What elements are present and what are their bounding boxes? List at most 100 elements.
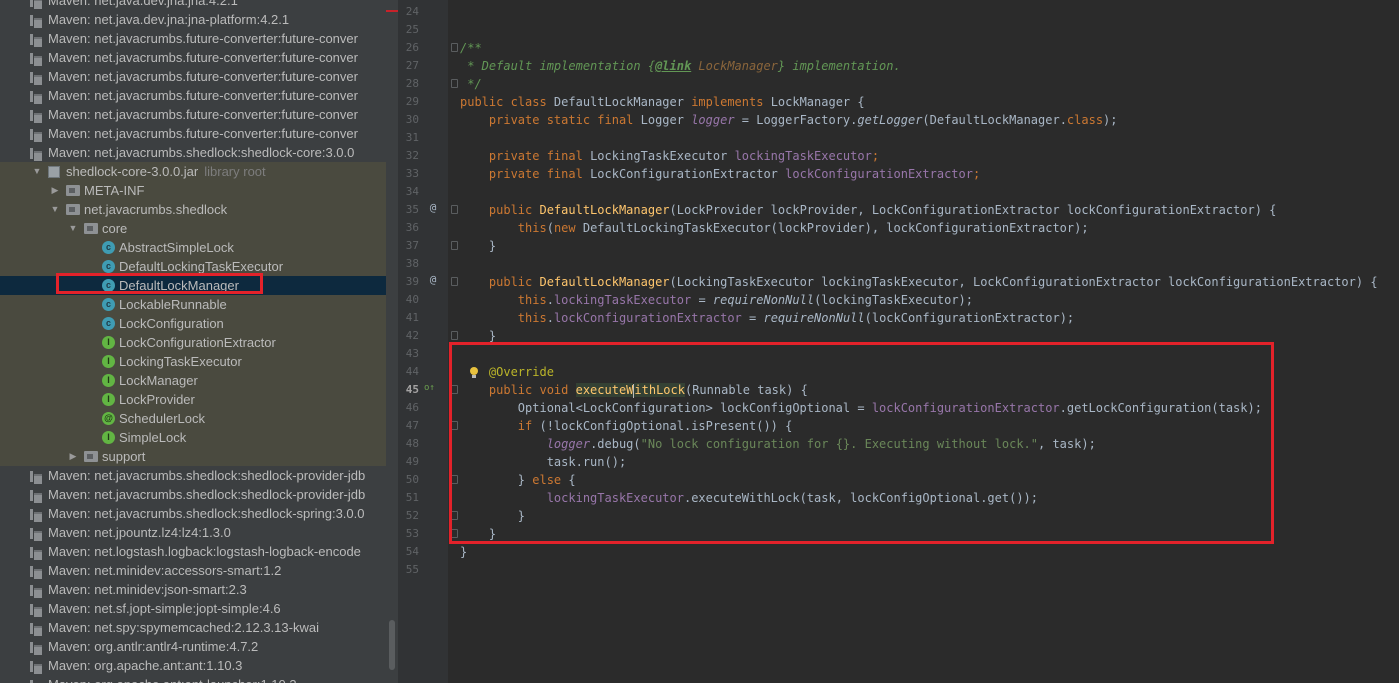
fold-marker-icon[interactable] bbox=[451, 475, 458, 484]
tree-item[interactable]: Maven: org.antlr:antlr4-runtime:4.7.2 bbox=[0, 637, 386, 656]
tree-item[interactable]: Maven: net.minidev:accessors-smart:1.2 bbox=[0, 561, 386, 580]
tree-item[interactable]: Maven: net.minidev:json-smart:2.3 bbox=[0, 580, 386, 599]
expand-arrow-right-icon[interactable]: ▶ bbox=[50, 181, 60, 200]
tree-item[interactable]: Maven: net.javacrumbs.future-converter:f… bbox=[0, 67, 386, 86]
intention-bulb-icon[interactable] bbox=[469, 367, 479, 379]
tree-item[interactable]: Maven: net.java.dev.jna:jna:4.2.1 bbox=[0, 0, 386, 10]
code-token: .getLockConfiguration(task); bbox=[1059, 401, 1262, 415]
line-number: 55 bbox=[405, 563, 419, 576]
fold-marker-icon[interactable] bbox=[451, 385, 458, 394]
tree-item[interactable]: Maven: net.spy:spymemcached:2.12.3.13-kw… bbox=[0, 618, 386, 637]
code-token: */ bbox=[460, 77, 482, 91]
tree-item-label: net.javacrumbs.shedlock bbox=[84, 202, 228, 217]
fold-marker-icon[interactable] bbox=[451, 205, 458, 214]
tree-item[interactable]: Maven: net.javacrumbs.shedlock:shedlock-… bbox=[0, 504, 386, 523]
code-line[interactable]: */ bbox=[460, 75, 482, 93]
tree-item[interactable]: ▶cDefaultLockingTaskExecutor bbox=[0, 257, 386, 276]
expand-arrow-down-icon[interactable]: ▼ bbox=[68, 219, 78, 238]
code-area[interactable]: /** * Default implementation {@link Lock… bbox=[460, 0, 1399, 683]
code-line[interactable]: task.run(); bbox=[460, 453, 626, 471]
code-line[interactable]: } bbox=[460, 543, 467, 561]
line-number: 40 bbox=[405, 293, 419, 306]
code-line[interactable]: public void executeWithLock(Runnable tas… bbox=[460, 381, 808, 399]
fold-marker-icon[interactable] bbox=[451, 331, 458, 340]
fold-marker-icon[interactable] bbox=[451, 421, 458, 430]
tree-item[interactable]: ▶cLockableRunnable bbox=[0, 295, 386, 314]
tree-item[interactable]: ▶ META-INF bbox=[0, 181, 386, 200]
library-icon bbox=[30, 603, 42, 617]
code-token: DefaultLockingTaskExecutor(lockProvider)… bbox=[582, 221, 1089, 235]
expand-arrow-down-icon[interactable]: ▼ bbox=[50, 200, 60, 219]
tree-item[interactable]: Maven: net.javacrumbs.future-converter:f… bbox=[0, 29, 386, 48]
code-line[interactable]: } bbox=[460, 507, 525, 525]
code-line[interactable]: public DefaultLockManager(LockProvider l… bbox=[460, 201, 1277, 219]
code-line[interactable]: lockingTaskExecutor.executeWithLock(task… bbox=[460, 489, 1038, 507]
code-line[interactable]: public DefaultLockManager(LockingTaskExe… bbox=[460, 273, 1378, 291]
fold-marker-icon[interactable] bbox=[451, 277, 458, 286]
tree-item[interactable]: ▶@SchedulerLock bbox=[0, 409, 386, 428]
tree-item[interactable]: Maven: net.jpountz.lz4:lz4:1.3.0 bbox=[0, 523, 386, 542]
code-editor[interactable]: 24 25 26 27 28 29 30 31 32 33 34 35 36 37 38 39 40 41 42 43… bbox=[398, 0, 1399, 683]
code-line[interactable]: private final LockConfigurationExtractor… bbox=[460, 165, 980, 183]
fold-marker-icon[interactable] bbox=[451, 511, 458, 520]
tree-item[interactable]: ▶cAbstractSimpleLock bbox=[0, 238, 386, 257]
tree-item[interactable]: Maven: net.javacrumbs.shedlock:shedlock-… bbox=[0, 466, 386, 485]
code-line[interactable]: } else { bbox=[460, 471, 576, 489]
code-token: ( bbox=[546, 221, 554, 235]
code-line[interactable]: Optional<LockConfiguration> lockConfigOp… bbox=[460, 399, 1262, 417]
expand-arrow-down-icon[interactable]: ▼ bbox=[32, 162, 42, 181]
override-gutter-icon[interactable]: o↑ bbox=[424, 379, 435, 397]
code-line[interactable]: if (!lockConfigOptional.isPresent()) { bbox=[460, 417, 793, 435]
fold-marker-icon[interactable] bbox=[451, 241, 458, 250]
code-line[interactable]: this.lockingTaskExecutor = requireNonNul… bbox=[460, 291, 973, 309]
annotation-gutter-icon[interactable]: @ bbox=[428, 271, 438, 289]
tree-item[interactable]: Maven: net.javacrumbs.future-converter:f… bbox=[0, 86, 386, 105]
fold-marker-icon[interactable] bbox=[451, 529, 458, 538]
tree-item[interactable]: Maven: net.javacrumbs.future-converter:f… bbox=[0, 124, 386, 143]
code-line[interactable]: private final LockingTaskExecutor lockin… bbox=[460, 147, 879, 165]
tree-item[interactable]: ▼ shedlock-core-3.0.0.jar library root bbox=[0, 162, 386, 181]
tree-item-label: DefaultLockManager bbox=[119, 278, 239, 293]
tree-item-label: Maven: net.jpountz.lz4:lz4:1.3.0 bbox=[48, 525, 231, 540]
annotation-mark bbox=[386, 10, 398, 12]
tree-item[interactable]: Maven: net.java.dev.jna:jna-platform:4.2… bbox=[0, 10, 386, 29]
tree-item[interactable]: Maven: net.javacrumbs.future-converter:f… bbox=[0, 105, 386, 124]
code-line[interactable]: logger.debug("No lock configuration for … bbox=[460, 435, 1096, 453]
tree-item[interactable]: Maven: net.javacrumbs.shedlock:shedlock-… bbox=[0, 143, 386, 162]
expand-arrow-right-icon[interactable]: ▶ bbox=[68, 447, 78, 466]
tree-item[interactable]: Maven: net.javacrumbs.shedlock:shedlock-… bbox=[0, 485, 386, 504]
tree-item[interactable]: ▶ILockingTaskExecutor bbox=[0, 352, 386, 371]
code-line[interactable]: } bbox=[460, 525, 496, 543]
line-number: 54 bbox=[405, 545, 419, 558]
tree-item[interactable]: ▶ILockProvider bbox=[0, 390, 386, 409]
tree-item[interactable]: ▶ISimpleLock bbox=[0, 428, 386, 447]
tree-item[interactable]: Maven: org.apache.ant:ant:1.10.3 bbox=[0, 656, 386, 675]
code-line[interactable]: } bbox=[460, 237, 496, 255]
code-line[interactable]: private static final Logger logger = Log… bbox=[460, 111, 1118, 129]
code-token: LockConfigurationExtractor bbox=[590, 167, 786, 181]
fold-marker-icon[interactable] bbox=[451, 43, 458, 52]
library-icon bbox=[30, 109, 42, 123]
tree-item[interactable]: Maven: net.sf.jopt-simple:jopt-simple:4.… bbox=[0, 599, 386, 618]
tree-item[interactable]: Maven: net.javacrumbs.future-converter:f… bbox=[0, 48, 386, 67]
code-line[interactable]: this(new DefaultLockingTaskExecutor(lock… bbox=[460, 219, 1089, 237]
tree-item[interactable]: ▶ support bbox=[0, 447, 386, 466]
tree-item[interactable]: ▼ core bbox=[0, 219, 386, 238]
code-line[interactable]: public class DefaultLockManager implemen… bbox=[460, 93, 865, 111]
tree-item[interactable]: Maven: org.apache.ant:ant-launcher:1.10.… bbox=[0, 675, 386, 683]
tree-item[interactable]: Maven: net.logstash.logback:logstash-log… bbox=[0, 542, 386, 561]
code-line[interactable]: /** bbox=[460, 39, 482, 57]
tree-item[interactable]: ▼ net.javacrumbs.shedlock bbox=[0, 200, 386, 219]
tree-item[interactable]: ▶ILockManager bbox=[0, 371, 386, 390]
code-line[interactable]: this.lockConfigurationExtractor = requir… bbox=[460, 309, 1074, 327]
code-line[interactable]: } bbox=[460, 327, 496, 345]
tree-scrollbar-thumb[interactable] bbox=[389, 620, 395, 670]
tree-item[interactable]: ▶cLockConfiguration bbox=[0, 314, 386, 333]
code-line[interactable]: * Default implementation {@link LockMana… bbox=[460, 57, 901, 75]
tree-scrollbar[interactable] bbox=[386, 0, 398, 683]
annotation-gutter-icon[interactable]: @ bbox=[428, 199, 438, 217]
tree-item[interactable]: ▶ILockConfigurationExtractor bbox=[0, 333, 386, 352]
fold-marker-icon[interactable] bbox=[451, 79, 458, 88]
code-token: private final bbox=[488, 167, 591, 181]
tree-item[interactable]: ▶cDefaultLockManager bbox=[0, 276, 386, 295]
